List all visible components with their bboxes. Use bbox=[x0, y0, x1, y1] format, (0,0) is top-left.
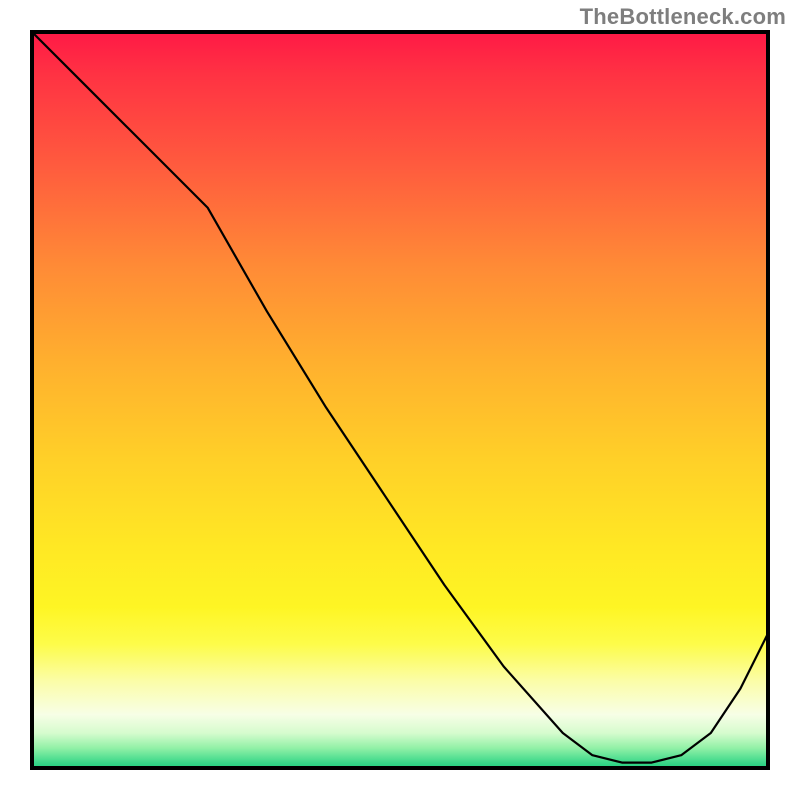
chart-container: TheBottleneck.com bbox=[0, 0, 800, 800]
line-series bbox=[30, 30, 770, 770]
watermark-text: TheBottleneck.com bbox=[580, 4, 786, 30]
plot-area bbox=[30, 30, 770, 770]
